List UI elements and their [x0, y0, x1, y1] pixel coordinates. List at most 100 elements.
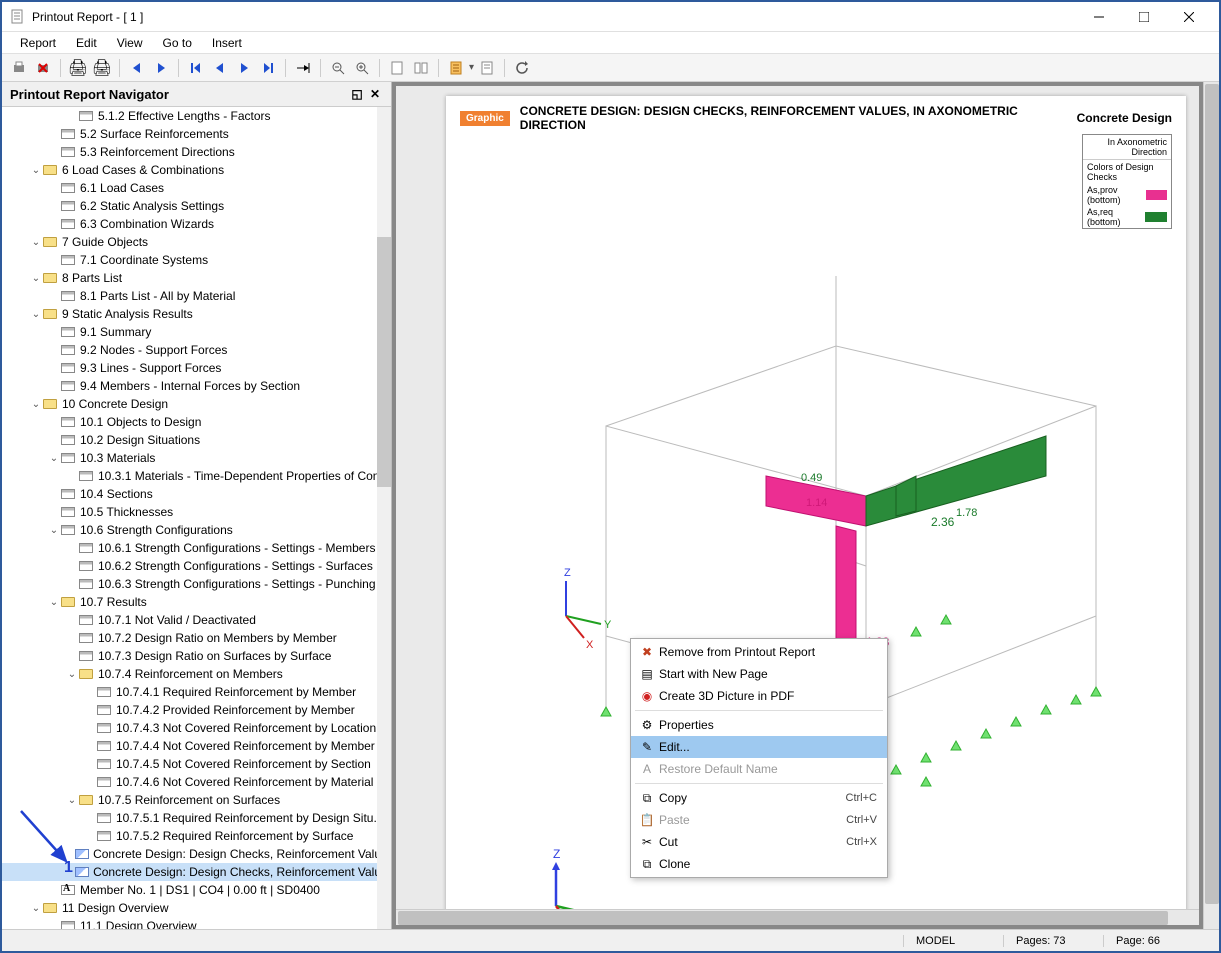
zoom-out-icon[interactable] [327, 57, 349, 79]
viewer-hscroll[interactable] [396, 909, 1199, 925]
tree-item[interactable]: ›Concrete Design: Design Checks, Reinfor… [2, 845, 391, 863]
context-menu-item[interactable]: ✖Remove from Printout Report [631, 641, 887, 663]
chevron-icon[interactable]: ⌄ [48, 525, 60, 536]
tree-item[interactable]: ›9.4 Members - Internal Forces by Sectio… [2, 377, 391, 395]
doc2-icon[interactable] [476, 57, 498, 79]
tree-item[interactable]: ›11.1 Design Overview [2, 917, 391, 929]
maximize-button[interactable] [1121, 3, 1166, 31]
tree-item[interactable]: ›10.7.1 Not Valid / Deactivated [2, 611, 391, 629]
chevron-icon[interactable]: ⌄ [30, 903, 42, 914]
tree-item[interactable]: ⌄10.7.4 Reinforcement on Members [2, 665, 391, 683]
tree-item[interactable]: ⌄10.7.5 Reinforcement on Surfaces [2, 791, 391, 809]
tree-item[interactable]: ›10.6.3 Strength Configurations - Settin… [2, 575, 391, 593]
tree-item[interactable]: ›9.2 Nodes - Support Forces [2, 341, 391, 359]
tree-item[interactable]: ›10.2 Design Situations [2, 431, 391, 449]
context-menu-item[interactable]: ▤Start with New Page [631, 663, 887, 685]
viewer-vscroll[interactable] [1203, 82, 1219, 929]
tree-item[interactable]: ⌄11 Design Overview [2, 899, 391, 917]
doc-icon[interactable] [445, 57, 467, 79]
tree-item[interactable]: ›10.7.3 Design Ratio on Surfaces by Surf… [2, 647, 391, 665]
menu-edit[interactable]: Edit [66, 34, 107, 52]
chevron-icon[interactable]: ⌄ [30, 165, 42, 176]
nav-last-icon[interactable] [257, 57, 279, 79]
tree-item[interactable]: ⌄7 Guide Objects [2, 233, 391, 251]
tree-item[interactable]: ›7.1 Coordinate Systems [2, 251, 391, 269]
tree-item[interactable]: ›Concrete Design: Design Checks, Reinfor… [2, 863, 391, 881]
tree-item[interactable]: ›6.2 Static Analysis Settings [2, 197, 391, 215]
context-menu-item[interactable]: ⚙Properties [631, 714, 887, 736]
tree-item[interactable]: ›10.1 Objects to Design [2, 413, 391, 431]
tree-item[interactable]: ⌄6 Load Cases & Combinations [2, 161, 391, 179]
printer-icon[interactable]: 🖨 [67, 57, 89, 79]
menu-report[interactable]: Report [10, 34, 66, 52]
zoom-in-icon[interactable] [351, 57, 373, 79]
dock-icon[interactable]: ◱ [349, 86, 365, 102]
tree-item[interactable]: ›8.1 Parts List - All by Material [2, 287, 391, 305]
tree-item[interactable]: ›10.7.5.1 Required Reinforcement by Desi… [2, 809, 391, 827]
chevron-icon[interactable]: ⌄ [30, 309, 42, 320]
tree-item[interactable]: ⌄10 Concrete Design [2, 395, 391, 413]
chevron-icon[interactable]: ⌄ [30, 399, 42, 410]
tree-item[interactable]: ›10.5 Thicknesses [2, 503, 391, 521]
close-panel-icon[interactable]: ✕ [367, 86, 383, 102]
tree-item[interactable]: ⌄8 Parts List [2, 269, 391, 287]
nav-next-icon[interactable] [150, 57, 172, 79]
chevron-icon[interactable]: ⌄ [48, 597, 60, 608]
nav-prev-icon[interactable] [126, 57, 148, 79]
chevron-icon[interactable]: ⌄ [30, 237, 42, 248]
tree-item[interactable]: ›10.7.4.2 Provided Reinforcement by Memb… [2, 701, 391, 719]
tree-item[interactable]: ›10.7.4.5 Not Covered Reinforcement by S… [2, 755, 391, 773]
viewer-vscroll-thumb[interactable] [1205, 84, 1219, 904]
tree-item[interactable]: ⌄10.3 Materials [2, 449, 391, 467]
tree-item[interactable]: ›10.3.1 Materials - Time-Dependent Prope… [2, 467, 391, 485]
menu-view[interactable]: View [107, 34, 153, 52]
nav-prev2-icon[interactable] [209, 57, 231, 79]
tree-item[interactable]: ›5.3 Reinforcement Directions [2, 143, 391, 161]
chevron-icon[interactable]: ⌄ [66, 669, 78, 680]
delete-print-icon[interactable] [32, 57, 54, 79]
tree-item[interactable]: ›9.1 Summary [2, 323, 391, 341]
chevron-icon[interactable]: ⌄ [30, 273, 42, 284]
tree-item[interactable]: ›Member No. 1 | DS1 | CO4 | 0.00 ft | SD… [2, 881, 391, 899]
tree-item[interactable]: ⌄9 Static Analysis Results [2, 305, 391, 323]
tree-scroll-thumb[interactable] [377, 237, 391, 487]
tree-scrollbar[interactable] [377, 107, 391, 929]
tree-item[interactable]: ›6.1 Load Cases [2, 179, 391, 197]
nav-next2-icon[interactable] [233, 57, 255, 79]
context-menu-item[interactable]: ✎Edit... [631, 736, 887, 758]
tree-item[interactable]: ›10.7.4.3 Not Covered Reinforcement by L… [2, 719, 391, 737]
context-menu-item[interactable]: ◉Create 3D Picture in PDF [631, 685, 887, 707]
tree-item[interactable]: ›5.2 Surface Reinforcements [2, 125, 391, 143]
chevron-icon[interactable]: ⌄ [48, 453, 60, 464]
goto-icon[interactable] [292, 57, 314, 79]
page-fit-icon[interactable] [386, 57, 408, 79]
navigator-tree[interactable]: ›5.1.2 Effective Lengths - Factors›5.2 S… [2, 107, 391, 929]
tree-item[interactable]: ›5.1.2 Effective Lengths - Factors [2, 107, 391, 125]
context-menu[interactable]: ✖Remove from Printout Report▤Start with … [630, 638, 888, 878]
tree-item[interactable]: ›10.7.2 Design Ratio on Members by Membe… [2, 629, 391, 647]
tree-item[interactable]: ›10.7.4.1 Required Reinforcement by Memb… [2, 683, 391, 701]
tree-item[interactable]: ›9.3 Lines - Support Forces [2, 359, 391, 377]
context-menu-item[interactable]: ✂CutCtrl+X [631, 831, 887, 853]
tree-item[interactable]: ›6.3 Combination Wizards [2, 215, 391, 233]
tree-item[interactable]: ›10.4 Sections [2, 485, 391, 503]
close-button[interactable] [1166, 3, 1211, 31]
minimize-button[interactable] [1076, 3, 1121, 31]
print-icon[interactable] [8, 57, 30, 79]
tree-item[interactable]: ›10.7.4.6 Not Covered Reinforcement by M… [2, 773, 391, 791]
context-menu-item[interactable]: ⧉Clone [631, 853, 887, 875]
context-menu-item[interactable]: ⧉CopyCtrl+C [631, 787, 887, 809]
nav-first-icon[interactable] [185, 57, 207, 79]
refresh-icon[interactable] [511, 57, 533, 79]
tree-item[interactable]: ›10.6.2 Strength Configurations - Settin… [2, 557, 391, 575]
tree-item[interactable]: ⌄10.7 Results [2, 593, 391, 611]
menu-insert[interactable]: Insert [202, 34, 252, 52]
chevron-icon[interactable]: ⌄ [66, 795, 78, 806]
tree-item[interactable]: ⌄10.6 Strength Configurations [2, 521, 391, 539]
printer2-icon[interactable]: 🖨 [91, 57, 113, 79]
tree-item[interactable]: ›10.7.4.4 Not Covered Reinforcement by M… [2, 737, 391, 755]
tree-item[interactable]: ›10.6.1 Strength Configurations - Settin… [2, 539, 391, 557]
tree-item[interactable]: ›10.7.5.2 Required Reinforcement by Surf… [2, 827, 391, 845]
two-page-icon[interactable] [410, 57, 432, 79]
menu-goto[interactable]: Go to [153, 34, 202, 52]
